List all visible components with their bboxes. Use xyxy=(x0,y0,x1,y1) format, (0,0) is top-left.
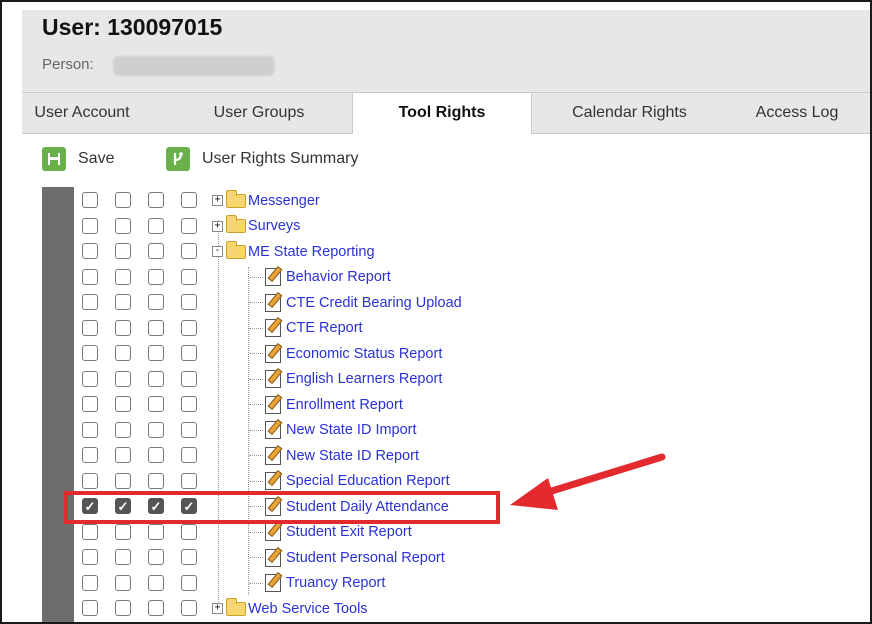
user-rights-window: User: 130097015 Person: User Account Use… xyxy=(0,0,872,624)
annotation-arrow xyxy=(510,453,666,510)
